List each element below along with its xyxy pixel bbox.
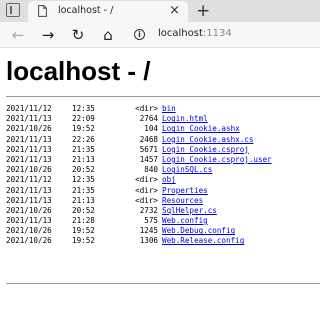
entry-link[interactable]: Login_Cookie.ashx.cs — [162, 135, 253, 145]
entry-size: 575 — [144, 216, 158, 226]
page-icon — [38, 5, 47, 17]
entry-size: <dir> — [135, 185, 158, 195]
entry-link[interactable]: Web.config — [162, 216, 208, 226]
entry-size: 1306 — [139, 236, 158, 246]
entry-time: 19:52 — [72, 124, 95, 134]
address-bar[interactable]: i localhost:1134 — [126, 25, 320, 45]
entry-time: 19:52 — [72, 236, 95, 246]
entry-date: 2021/10/26 — [6, 226, 52, 236]
reload-icon[interactable]: ↻ — [68, 25, 88, 45]
entry-size: <dir> — [135, 195, 158, 205]
entry-date: 2021/10/26 — [6, 124, 52, 134]
entry-size: 2764 — [139, 114, 158, 124]
close-tab-icon[interactable]: × — [169, 3, 180, 19]
entry-size: 2732 — [139, 205, 158, 215]
entry-time: 21:35 — [72, 144, 95, 154]
entry-date: 2021/11/12 — [6, 104, 52, 113]
navigation-bar: ← → ↻ ⌂ i localhost:1134 — [0, 22, 320, 48]
page-title: localhost - / — [6, 56, 151, 86]
url-port: :1134 — [202, 28, 232, 39]
entry-size: 2468 — [139, 134, 158, 144]
back-icon[interactable]: ← — [8, 25, 28, 45]
active-tab[interactable]: localhost - / × — [28, 1, 188, 22]
entry-date: 2021/11/13 — [6, 114, 52, 124]
entry-time: 22:26 — [72, 134, 95, 144]
forward-icon[interactable]: → — [38, 25, 58, 45]
url-host: localhost — [158, 28, 203, 39]
tab-actions-icon[interactable] — [6, 3, 20, 17]
entry-link[interactable]: bin — [162, 104, 176, 114]
tab-strip: localhost - / × + — [0, 0, 320, 22]
tab-title: localhost - / — [58, 5, 114, 16]
site-info-icon[interactable]: i — [134, 29, 145, 40]
entry-date: 2021/11/13 — [6, 216, 52, 226]
entry-link[interactable]: LoginSQL.cs — [162, 165, 212, 175]
entry-link[interactable]: Login_Cookie.csproj.user — [162, 155, 272, 165]
entry-time: 19:52 — [72, 226, 95, 236]
entry-size: 1245 — [139, 226, 158, 236]
entry-size: 1457 — [139, 154, 158, 164]
url-text: localhost:1134 — [158, 28, 232, 39]
entry-link[interactable]: Resources — [162, 196, 203, 206]
new-tab-button[interactable]: + — [196, 0, 210, 22]
entry-link[interactable]: SqlHelper.cs — [162, 206, 217, 216]
entry-size: 840 — [144, 165, 158, 175]
entry-time: 21:13 — [72, 195, 95, 205]
entry-time: 12:35 — [72, 104, 95, 113]
entry-link[interactable]: Login.html — [162, 114, 208, 124]
entry-date: 2021/10/26 — [6, 205, 52, 215]
entry-date: 2021/10/26 — [6, 236, 52, 246]
entry-date: 2021/11/12 — [6, 175, 52, 185]
entry-time: 20:52 — [72, 165, 95, 175]
entry-time: 21:13 — [72, 154, 95, 164]
entry-link[interactable]: Web.Release.config — [162, 236, 244, 246]
entry-date: 2021/11/13 — [6, 144, 52, 154]
entry-time: 12:35 — [72, 175, 95, 185]
entry-link[interactable]: Properties — [162, 186, 208, 196]
divider-top — [6, 96, 320, 97]
entry-link[interactable]: Login_Cookie.csproj — [162, 145, 249, 155]
entry-time: 22:09 — [72, 114, 95, 124]
entry-size: <dir> — [135, 104, 158, 113]
entry-time: 20:52 — [72, 205, 95, 215]
entry-size: <dir> — [135, 175, 158, 185]
divider-bottom — [6, 283, 320, 284]
entry-link[interactable]: Login_Cookie.ashx — [162, 124, 240, 134]
entry-size: 104 — [144, 124, 158, 134]
entry-date: 2021/11/13 — [6, 185, 52, 195]
home-icon[interactable]: ⌂ — [98, 25, 118, 45]
entry-time: 21:35 — [72, 185, 95, 195]
entry-link[interactable]: Web.Debug.config — [162, 226, 235, 236]
entry-size: 5671 — [139, 144, 158, 154]
entry-date: 2021/11/13 — [6, 134, 52, 144]
entry-time: 21:28 — [72, 216, 95, 226]
entry-date: 2021/11/13 — [6, 154, 52, 164]
entry-date: 2021/10/26 — [6, 165, 52, 175]
entry-date: 2021/11/13 — [6, 195, 52, 205]
entry-link[interactable]: obj — [162, 175, 176, 185]
